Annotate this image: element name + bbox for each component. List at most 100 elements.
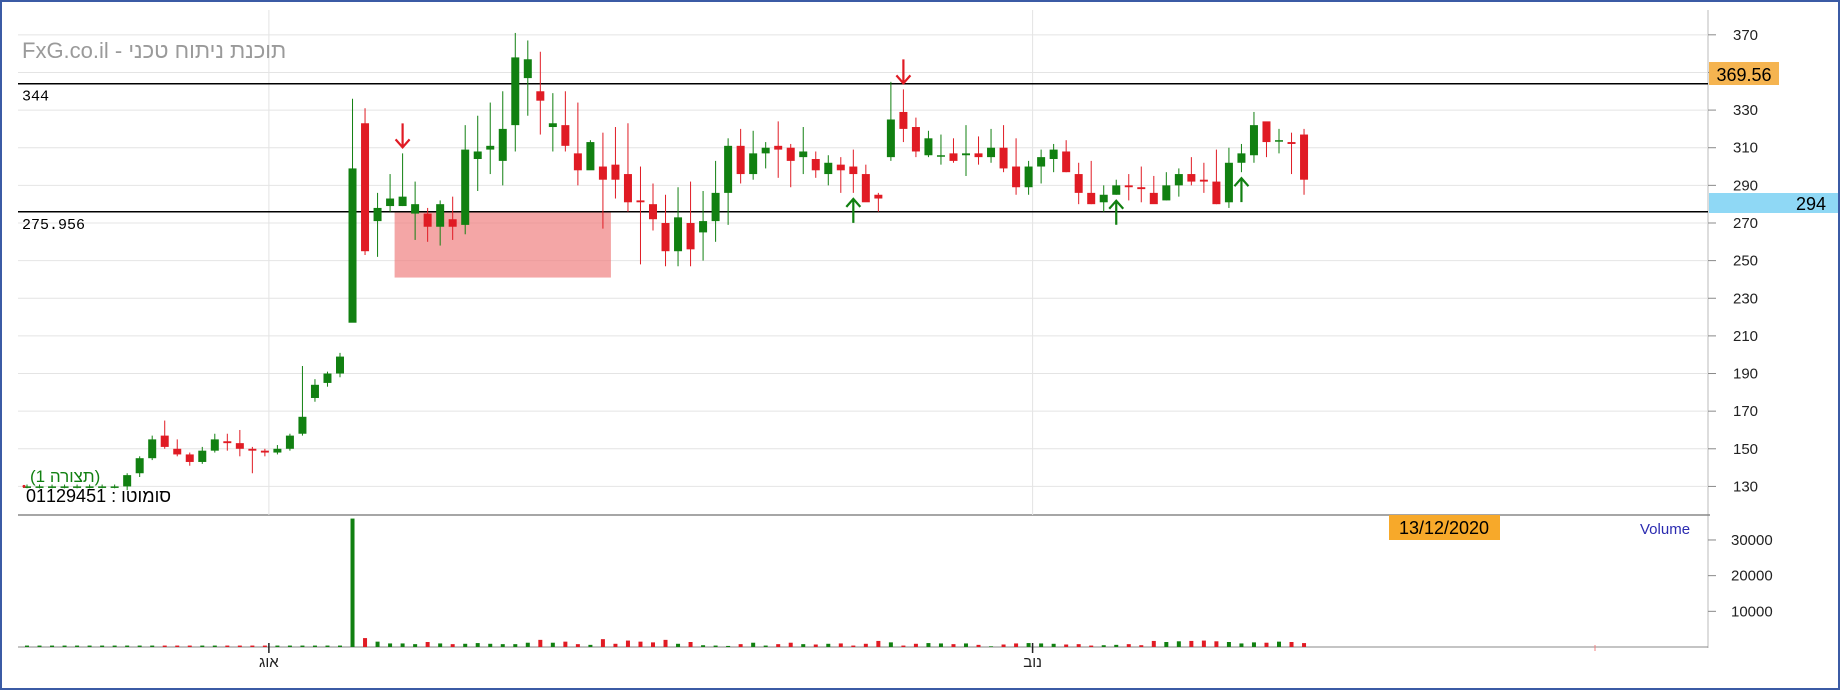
- level-label: 275.956: [22, 217, 85, 234]
- volume-bar: [575, 644, 580, 647]
- price-tick-label: 370: [1733, 27, 1758, 44]
- candle-body: [1137, 187, 1146, 190]
- volume-bar: [388, 643, 393, 647]
- candle-body: [1162, 185, 1171, 201]
- date-badge-text: 13/12/2020: [1399, 518, 1489, 538]
- price-tick-label: 170: [1733, 403, 1758, 420]
- volume-bar: [425, 642, 430, 647]
- volume-bar: [438, 643, 443, 647]
- volume-bar: [638, 641, 643, 647]
- volume-bar: [726, 645, 731, 647]
- candle-body: [1224, 162, 1233, 203]
- volume-bar: [876, 640, 881, 647]
- candle-body: [811, 159, 820, 171]
- volume-bar: [400, 643, 405, 647]
- volume-bar: [50, 645, 55, 647]
- volume-bars: [25, 518, 1307, 647]
- volume-bar: [162, 645, 167, 647]
- candle-body: [486, 145, 495, 150]
- volume-bar: [37, 645, 42, 647]
- volume-bar: [1114, 644, 1119, 647]
- candle-body: [1037, 157, 1046, 167]
- volume-bar: [751, 642, 756, 647]
- candle-body: [461, 149, 470, 225]
- candle-body: [473, 151, 482, 160]
- volume-bar: [989, 646, 994, 647]
- candle-body: [699, 221, 708, 233]
- candle-body: [448, 219, 457, 227]
- volume-bar: [863, 643, 868, 647]
- candle-body: [148, 439, 157, 459]
- volume-bar: [1151, 640, 1156, 647]
- volume-bar: [1064, 644, 1069, 647]
- candle-body: [736, 145, 745, 175]
- candle-body: [273, 448, 282, 453]
- volume-bar: [1302, 643, 1307, 647]
- volume-bar: [613, 643, 618, 647]
- volume-bar: [325, 645, 330, 647]
- volume-bar: [913, 643, 918, 647]
- candle-body: [511, 57, 520, 126]
- volume-bar: [538, 639, 543, 647]
- volume-bar: [1039, 643, 1044, 647]
- candle-body: [336, 356, 344, 374]
- brand-watermark: FxG.co.il - תוכנת ניתוח טכני: [22, 38, 286, 63]
- candle-body: [949, 153, 958, 161]
- volume-bar: [713, 645, 718, 647]
- candle-body: [386, 198, 395, 207]
- candle-body: [987, 147, 996, 158]
- time-tick-label: נוב: [1023, 654, 1042, 671]
- volume-bar: [112, 645, 117, 647]
- candle-body: [1074, 174, 1083, 193]
- volume-bar: [1226, 642, 1231, 647]
- candle-body: [786, 147, 795, 161]
- volume-bar: [688, 642, 693, 647]
- volume-bar: [75, 645, 80, 647]
- volume-bar: [225, 645, 230, 647]
- candle-body: [210, 439, 219, 451]
- volume-bar: [588, 644, 593, 647]
- volume-bar: [550, 642, 555, 647]
- volume-bar: [1251, 642, 1256, 647]
- volume-bar: [951, 644, 956, 647]
- price-tick-label: 150: [1733, 441, 1758, 458]
- volume-bar: [62, 645, 67, 647]
- volume-bar: [663, 639, 668, 647]
- volume-bar: [100, 645, 105, 647]
- candle-body: [936, 155, 945, 157]
- candle-body: [198, 450, 207, 462]
- price-tick-label: 250: [1733, 253, 1758, 270]
- candle-body: [824, 162, 833, 175]
- candle-body: [899, 111, 908, 129]
- price-tick-label: 230: [1733, 290, 1758, 307]
- candle-body: [135, 458, 144, 474]
- volume-bar: [1026, 643, 1031, 647]
- price-tick-label: 210: [1733, 328, 1758, 345]
- candle-body: [398, 196, 407, 207]
- volume-bar: [1126, 644, 1131, 647]
- volume-bar: [1214, 641, 1219, 647]
- candle-body: [1287, 142, 1296, 144]
- candle-body: [298, 416, 307, 434]
- volume-bar: [375, 641, 380, 647]
- volume-bar: [563, 641, 568, 647]
- volume-bar: [137, 645, 142, 647]
- price-chart[interactable]: 344 275.956 130 150 170 190 210 230 250 270 290 31…: [0, 0, 1840, 690]
- candle-body: [1012, 166, 1021, 188]
- volume-bar: [1277, 641, 1281, 647]
- candle-body: [185, 454, 194, 462]
- candle-body: [1212, 181, 1221, 205]
- volume-bar: [651, 642, 655, 647]
- candle-body: [223, 441, 232, 444]
- volume-bar: [826, 643, 831, 647]
- volume-bar: [838, 643, 843, 647]
- candle-body: [160, 435, 169, 447]
- candle-body: [674, 217, 683, 252]
- volume-bar: [926, 643, 931, 647]
- volume-bar: [1076, 644, 1081, 647]
- volume-bar: [1089, 645, 1094, 647]
- volume-bar: [1001, 644, 1006, 647]
- volume-bar: [901, 645, 906, 647]
- volume-tick-label: 10000: [1731, 603, 1773, 620]
- candle-body: [724, 145, 733, 193]
